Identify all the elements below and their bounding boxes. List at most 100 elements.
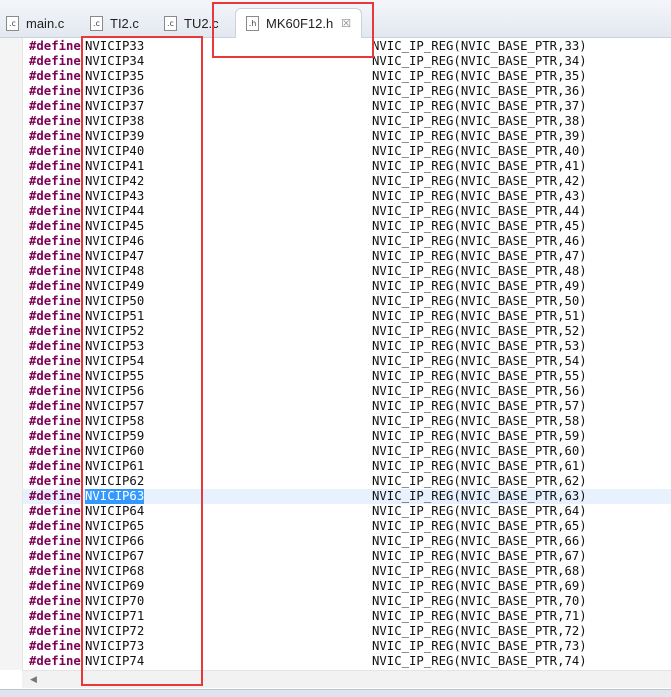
macro-value: NVIC_IP_REG(NVIC_BASE_PTR,61) — [372, 459, 587, 473]
code-line[interactable]: #define NVICIP40 NVIC_IP_REG(NVIC_BASE_PTR… — [23, 144, 671, 159]
define-keyword: #define — [29, 204, 81, 218]
code-line[interactable]: #define NVICIP60 NVIC_IP_REG(NVIC_BASE_PTR… — [23, 444, 671, 459]
code-line[interactable]: #define NVICIP47 NVIC_IP_REG(NVIC_BASE_PTR… — [23, 249, 671, 264]
close-icon[interactable]: ☒ — [341, 17, 351, 30]
code-line[interactable]: #define NVICIP43 NVIC_IP_REG(NVIC_BASE_PTR… — [23, 189, 671, 204]
macro-value: NVIC_IP_REG(NVIC_BASE_PTR,63) — [372, 489, 587, 503]
macro-value: NVIC_IP_REG(NVIC_BASE_PTR,40) — [372, 144, 587, 158]
define-keyword: #define — [29, 384, 81, 398]
macro-name: NVICIP50 — [85, 294, 145, 308]
code-line[interactable]: #define NVICIP52 NVIC_IP_REG(NVIC_BASE_PTR… — [23, 324, 671, 339]
code-line[interactable]: #define NVICIP44 NVIC_IP_REG(NVIC_BASE_PTR… — [23, 204, 671, 219]
tab-label: MK60F12.h — [266, 16, 334, 31]
code-line[interactable]: #define NVICIP48 NVIC_IP_REG(NVIC_BASE_PTR… — [23, 264, 671, 279]
define-keyword: #define — [29, 654, 81, 668]
define-keyword: #define — [29, 249, 81, 263]
macro-name: NVICIP44 — [85, 204, 145, 218]
define-keyword: #define — [29, 129, 81, 143]
code-line[interactable]: #define NVICIP39 NVIC_IP_REG(NVIC_BASE_PTR… — [23, 129, 671, 144]
c-file-icon: .c — [90, 15, 103, 31]
code-line[interactable]: #define NVICIP72 NVIC_IP_REG(NVIC_BASE_PTR… — [23, 624, 671, 639]
editor-ruler — [0, 38, 23, 670]
code-line[interactable]: #define NVICIP53 NVIC_IP_REG(NVIC_BASE_PTR… — [23, 339, 671, 354]
code-line[interactable]: #define NVICIP46 NVIC_IP_REG(NVIC_BASE_PTR… — [23, 234, 671, 249]
code-line[interactable]: #define NVICIP57 NVIC_IP_REG(NVIC_BASE_PTR… — [23, 399, 671, 414]
code-line[interactable]: #define NVICIP38 NVIC_IP_REG(NVIC_BASE_PTR… — [23, 114, 671, 129]
macro-value: NVIC_IP_REG(NVIC_BASE_PTR,43) — [372, 189, 587, 203]
macro-value: NVIC_IP_REG(NVIC_BASE_PTR,46) — [372, 234, 587, 248]
macro-value: NVIC_IP_REG(NVIC_BASE_PTR,37) — [372, 99, 587, 113]
macro-value: NVIC_IP_REG(NVIC_BASE_PTR,49) — [372, 279, 587, 293]
macro-name: NVICIP66 — [85, 534, 145, 548]
code-line[interactable]: #define NVICIP58 NVIC_IP_REG(NVIC_BASE_PTR… — [23, 414, 671, 429]
code-line[interactable]: #define NVICIP67 NVIC_IP_REG(NVIC_BASE_PTR… — [23, 549, 671, 564]
code-line[interactable]: #define NVICIP42 NVIC_IP_REG(NVIC_BASE_PTR… — [23, 174, 671, 189]
macro-name: NVICIP67 — [85, 549, 145, 563]
define-keyword: #define — [29, 354, 81, 368]
code-line[interactable]: #define NVICIP54 NVIC_IP_REG(NVIC_BASE_PTR… — [23, 354, 671, 369]
code-line[interactable]: #define NVICIP61 NVIC_IP_REG(NVIC_BASE_PTR… — [23, 459, 671, 474]
code-line[interactable]: #define NVICIP56 NVIC_IP_REG(NVIC_BASE_PTR… — [23, 384, 671, 399]
define-keyword: #define — [29, 474, 81, 488]
code-line[interactable]: #define NVICIP35 NVIC_IP_REG(NVIC_BASE_PTR… — [23, 69, 671, 84]
macro-value: NVIC_IP_REG(NVIC_BASE_PTR,71) — [372, 609, 587, 623]
code-line[interactable]: #define NVICIP50 NVIC_IP_REG(NVIC_BASE_PTR… — [23, 294, 671, 309]
code-line[interactable]: #define NVICIP68 NVIC_IP_REG(NVIC_BASE_PTR… — [23, 564, 671, 579]
macro-value: NVIC_IP_REG(NVIC_BASE_PTR,39) — [372, 129, 587, 143]
macro-name: NVICIP52 — [85, 324, 145, 338]
define-keyword: #define — [29, 549, 81, 563]
define-keyword: #define — [29, 159, 81, 173]
tab-tu2-c[interactable]: .c TU2.c — [164, 10, 219, 36]
macro-value: NVIC_IP_REG(NVIC_BASE_PTR,47) — [372, 249, 587, 263]
tab-main-c[interactable]: .c main.c — [6, 10, 64, 36]
macro-value: NVIC_IP_REG(NVIC_BASE_PTR,50) — [372, 294, 587, 308]
define-keyword: #define — [29, 369, 81, 383]
code-line[interactable]: #define NVICIP66 NVIC_IP_REG(NVIC_BASE_PTR… — [23, 534, 671, 549]
define-keyword: #define — [29, 174, 81, 188]
code-line[interactable]: #define NVICIP62 NVIC_IP_REG(NVIC_BASE_PTR… — [23, 474, 671, 489]
tab-mk60f12-h[interactable]: .h MK60F12.h ☒ — [235, 8, 363, 38]
code-line[interactable]: #define NVICIP65 NVIC_IP_REG(NVIC_BASE_PTR… — [23, 519, 671, 534]
macro-value: NVIC_IP_REG(NVIC_BASE_PTR,55) — [372, 369, 587, 383]
code-line[interactable]: #define NVICIP55 NVIC_IP_REG(NVIC_BASE_PTR… — [23, 369, 671, 384]
define-keyword: #define — [29, 444, 81, 458]
code-line[interactable]: #define NVICIP36 NVIC_IP_REG(NVIC_BASE_PTR… — [23, 84, 671, 99]
define-keyword: #define — [29, 489, 81, 503]
define-keyword: #define — [29, 594, 81, 608]
code-line[interactable]: #define NVICIP59 NVIC_IP_REG(NVIC_BASE_PTR… — [23, 429, 671, 444]
code-line[interactable]: #define NVICIP45 NVIC_IP_REG(NVIC_BASE_PTR… — [23, 219, 671, 234]
macro-value: NVIC_IP_REG(NVIC_BASE_PTR,67) — [372, 549, 587, 563]
define-keyword: #define — [29, 279, 81, 293]
define-keyword: #define — [29, 39, 81, 53]
code-line[interactable]: #define NVICIP41 NVIC_IP_REG(NVIC_BASE_PTR… — [23, 159, 671, 174]
code-line[interactable]: #define NVICIP71 NVIC_IP_REG(NVIC_BASE_PTR… — [23, 609, 671, 624]
define-keyword: #define — [29, 504, 81, 518]
scroll-left-icon[interactable]: ◀ — [30, 674, 37, 685]
define-keyword: #define — [29, 624, 81, 638]
code-line[interactable]: #define NVICIP69 NVIC_IP_REG(NVIC_BASE_PTR… — [23, 579, 671, 594]
define-keyword: #define — [29, 54, 81, 68]
code-line[interactable]: #define NVICIP37 NVIC_IP_REG(NVIC_BASE_PTR… — [23, 99, 671, 114]
code-line[interactable]: #define NVICIP74 NVIC_IP_REG(NVIC_BASE_PTR… — [23, 654, 671, 669]
macro-value: NVIC_IP_REG(NVIC_BASE_PTR,66) — [372, 534, 587, 548]
macro-name: NVICIP70 — [85, 594, 145, 608]
macro-name: NVICIP74 — [85, 654, 145, 668]
code-line[interactable]: #define NVICIP63 NVIC_IP_REG(NVIC_BASE_PTR… — [23, 489, 671, 504]
horizontal-scrollbar[interactable]: ◀ — [22, 670, 671, 688]
code-line[interactable]: #define NVICIP49 NVIC_IP_REG(NVIC_BASE_PTR… — [23, 279, 671, 294]
code-line[interactable]: #define NVICIP34 NVIC_IP_REG(NVIC_BASE_PTR… — [23, 54, 671, 69]
code-line[interactable]: #define NVICIP70 NVIC_IP_REG(NVIC_BASE_PTR… — [23, 594, 671, 609]
code-line[interactable]: #define NVICIP64 NVIC_IP_REG(NVIC_BASE_PTR… — [23, 504, 671, 519]
macro-name: NVICIP64 — [85, 504, 145, 518]
tab-ti2-c[interactable]: .c TI2.c — [90, 10, 139, 36]
code-line[interactable]: #define NVICIP33 NVIC_IP_REG(NVIC_BASE_PTR… — [23, 39, 671, 54]
macro-value: NVIC_IP_REG(NVIC_BASE_PTR,60) — [372, 444, 587, 458]
macro-value: NVIC_IP_REG(NVIC_BASE_PTR,51) — [372, 309, 587, 323]
macro-value: NVIC_IP_REG(NVIC_BASE_PTR,65) — [372, 519, 587, 533]
code-line[interactable]: #define NVICIP73 NVIC_IP_REG(NVIC_BASE_PTR… — [23, 639, 671, 654]
macro-name: NVICIP69 — [85, 579, 145, 593]
macro-name: NVICIP62 — [85, 474, 145, 488]
define-keyword: #define — [29, 429, 81, 443]
code-line[interactable]: #define NVICIP51 NVIC_IP_REG(NVIC_BASE_PTR… — [23, 309, 671, 324]
tab-label: TI2.c — [110, 15, 139, 31]
